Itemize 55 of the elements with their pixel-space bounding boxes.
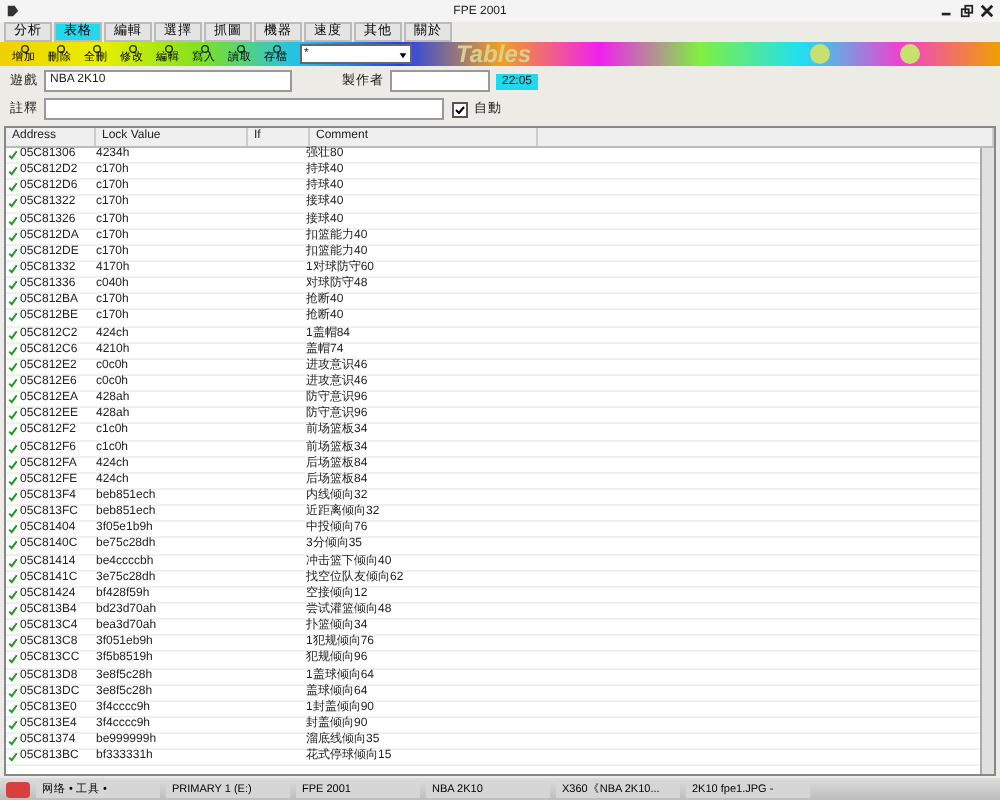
check-icon[interactable]	[8, 687, 18, 698]
close-icon[interactable]	[980, 4, 994, 18]
check-icon[interactable]	[8, 573, 18, 584]
restore-icon[interactable]	[960, 4, 974, 18]
check-icon[interactable]	[8, 426, 18, 437]
check-icon[interactable]	[8, 443, 18, 454]
check-icon[interactable]	[8, 329, 18, 340]
check-icon[interactable]	[8, 410, 18, 421]
circle-icon	[271, 43, 281, 54]
check-icon[interactable]	[8, 654, 18, 665]
check-icon[interactable]	[8, 638, 18, 649]
check-icon[interactable]	[8, 280, 18, 291]
check-icon[interactable]	[8, 589, 18, 600]
check-icon[interactable]	[8, 361, 18, 372]
check-icon[interactable]	[8, 394, 18, 405]
scrollbar[interactable]	[980, 148, 994, 774]
circle-icon	[127, 43, 137, 54]
check-icon[interactable]	[8, 264, 18, 275]
check-icon[interactable]	[8, 671, 18, 682]
check-icon[interactable]	[8, 296, 18, 307]
check-icon[interactable]	[8, 606, 18, 616]
check-icon[interactable]	[8, 703, 18, 714]
check-icon[interactable]	[8, 459, 18, 470]
check-icon[interactable]	[8, 215, 18, 226]
circle-icon	[91, 43, 101, 54]
circle-icon	[163, 43, 173, 54]
circle-icon	[55, 43, 65, 54]
check-icon[interactable]	[8, 378, 18, 389]
check-icon[interactable]	[8, 150, 18, 161]
check-icon[interactable]	[8, 198, 18, 209]
check-icon[interactable]	[8, 166, 18, 177]
check-icon[interactable]	[8, 540, 18, 551]
check-icon[interactable]	[8, 622, 18, 633]
circle-icon	[199, 43, 209, 54]
auto-checkbox[interactable]	[452, 101, 468, 117]
check-icon[interactable]	[8, 492, 18, 503]
dropdown-arrow-icon[interactable]	[398, 49, 408, 59]
check-icon[interactable]	[8, 312, 18, 323]
author-field[interactable]	[390, 70, 490, 92]
check-icon[interactable]	[8, 182, 18, 193]
check-icon[interactable]	[8, 524, 18, 535]
check-icon[interactable]	[8, 475, 18, 486]
check-icon[interactable]	[8, 247, 18, 258]
app-icon	[6, 4, 20, 18]
check-icon[interactable]	[8, 752, 18, 763]
check-icon[interactable]	[8, 508, 18, 519]
check-icon[interactable]	[8, 345, 18, 356]
check-icon[interactable]	[8, 736, 18, 747]
check-icon[interactable]	[8, 231, 18, 242]
note-field[interactable]	[44, 98, 444, 120]
circle-icon	[235, 43, 245, 54]
check-icon[interactable]	[8, 557, 18, 568]
circle-icon	[19, 43, 29, 54]
start-icon[interactable]	[6, 781, 30, 797]
check-icon[interactable]	[8, 719, 18, 730]
